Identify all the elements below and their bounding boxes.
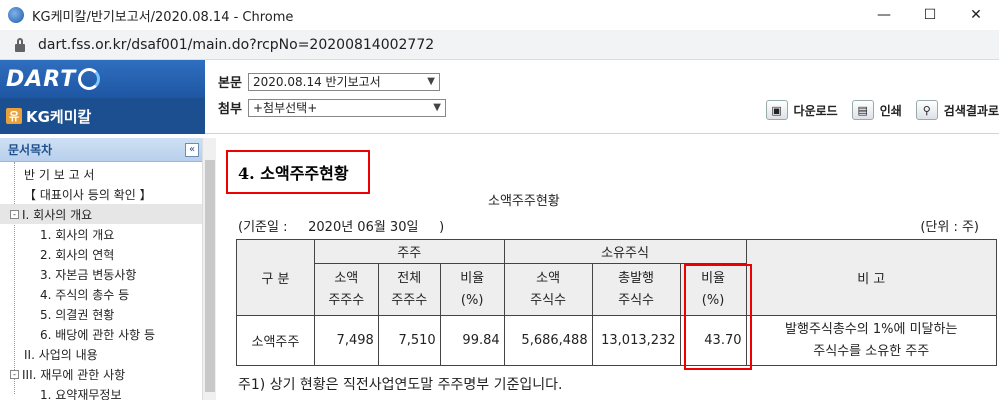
browser-titlebar: KG케미칼/반기보고서/2020.08.14 - Chrome — ☐ ✕	[0, 0, 999, 30]
cell-minor-shares: 5,686,488	[503, 315, 593, 366]
toc-item-label: 1. 요약재무정보	[40, 387, 122, 400]
dart-app-icon	[8, 7, 24, 23]
collapse-sidebar-button[interactable]: «	[185, 142, 199, 157]
toolbar: ▣ 다운로드 ▤ 인쇄 ⚲ 검색결과로	[752, 100, 999, 120]
toc-item-label: 【 대표이사 등의 확인 】	[24, 187, 152, 202]
header-shareholders: 주주	[313, 239, 505, 264]
attach-select-row: 첨부 +첨부선택+ ▼	[218, 98, 446, 117]
report-label: 본문	[218, 76, 242, 91]
download-button[interactable]: ▣ 다운로드	[765, 100, 838, 120]
attach-select-value: +첨부선택+	[253, 101, 318, 115]
header-gubun: 구 분	[236, 239, 315, 316]
toc-item-label: 1. 회사의 개요	[40, 227, 115, 242]
header-total-holders: 전체 주주수	[377, 263, 441, 316]
base-date: (기준일 : 2020년 06월 30일 )	[238, 220, 445, 235]
toc-item-dividends[interactable]: 6. 배당에 관한 사항 등	[0, 324, 203, 344]
collapse-node-icon[interactable]: -	[10, 369, 19, 379]
highlight-ratio-box	[684, 264, 752, 370]
header-note: 비 고	[745, 239, 997, 316]
header-total-issued: 총발행 주식수	[591, 263, 681, 316]
cell-label: 소액주주	[236, 315, 315, 366]
cell-note: 발행주식총수의 1%에 미달하는 주식수를 소유한 주주	[745, 315, 997, 366]
toc-item-company-overview[interactable]: - I. 회사의 개요	[0, 204, 203, 224]
toc-item-business[interactable]: II. 사업의 내용	[0, 344, 203, 364]
search-results-button[interactable]: ⚲ 검색결과로	[915, 100, 999, 120]
toc-item-ceo-confirm[interactable]: 【 대표이사 등의 확인 】	[0, 184, 203, 204]
report-select[interactable]: 2020.08.14 반기보고서 ▼	[248, 72, 440, 91]
search-results-label: 검색결과로	[943, 103, 999, 118]
window-controls: — ☐ ✕	[861, 0, 999, 30]
toc-item-summary-financials[interactable]: 1. 요약재무정보	[0, 384, 203, 400]
scrollbar-thumb[interactable]	[205, 160, 215, 392]
collapse-node-icon[interactable]: -	[10, 209, 19, 219]
toc-item-financial[interactable]: - III. 재무에 관한 사항	[0, 364, 203, 384]
cell-minor-holders: 7,498	[313, 315, 379, 366]
toc-header: 문서목차 «	[0, 138, 203, 162]
toc-item-label: II. 사업의 내용	[24, 347, 98, 362]
attach-select[interactable]: +첨부선택+ ▼	[248, 98, 446, 117]
download-label: 다운로드	[793, 103, 838, 118]
dart-logo-text: DART	[6, 66, 77, 92]
document-viewer: 4. 소액주주현황 소액주주현황 (기준일 : 2020년 06월 30일 ) …	[216, 138, 999, 400]
chevron-down-icon: ▼	[433, 102, 441, 113]
report-select-value: 2020.08.14 반기보고서	[253, 75, 381, 89]
toc-item-label: I. 회사의 개요	[22, 207, 93, 222]
printer-icon: ▤	[851, 100, 874, 120]
logo-panel: DART 유 KG케미칼	[0, 60, 205, 134]
maximize-button[interactable]: ☐	[907, 0, 953, 30]
toc-item-label: 6. 배당에 관한 사항 등	[40, 327, 156, 342]
print-button[interactable]: ▤ 인쇄	[851, 100, 902, 120]
dart-logo[interactable]: DART	[0, 60, 205, 98]
toc-title: 문서목차	[8, 143, 53, 157]
toc-tree: 반 기 보 고 서 【 대표이사 등의 확인 】 - I. 회사의 개요 1. …	[0, 162, 203, 400]
lock-icon[interactable]	[14, 37, 26, 52]
header-minor-holders: 소액 주주수	[313, 263, 379, 316]
header-ratio-holders: 비율 (%)	[439, 263, 505, 316]
header-minor-shares: 소액 주식수	[503, 263, 593, 316]
minimize-button[interactable]: —	[861, 0, 907, 30]
toc-item-label: 3. 자본금 변동사항	[40, 267, 137, 282]
print-label: 인쇄	[879, 103, 902, 118]
toc-item-label: 4. 주식의 총수 등	[40, 287, 130, 302]
cell-ratio-holders: 99.84	[439, 315, 505, 366]
toc-item-report[interactable]: 반 기 보 고 서	[0, 164, 203, 184]
window-title: KG케미칼/반기보고서/2020.08.14 - Chrome	[32, 9, 294, 25]
header-owned-shares: 소유주식	[503, 239, 747, 264]
toc-item-label: 5. 의결권 현황	[40, 307, 115, 322]
minority-shareholders-table: 구 분 주주 소유주식 비 고 소액 주주수 전체 주주수 비율 (%) 소액 주식수 …	[236, 239, 997, 366]
toc-item-label: III. 재무에 관한 사항	[22, 367, 126, 382]
table-caption: 소액주주현황	[488, 194, 560, 209]
unit-label: (단위 : 주)	[920, 220, 979, 235]
toc-sidebar: 문서목차 « 반 기 보 고 서 【 대표이사 등의 확인 】 - I. 회사의…	[0, 138, 204, 400]
cell-total-holders: 7,510	[377, 315, 441, 366]
report-select-row: 본문 2020.08.14 반기보고서 ▼	[218, 72, 440, 91]
dart-swirl-icon	[78, 68, 101, 90]
sidebar-scrollbar[interactable]	[202, 138, 216, 400]
search-icon: ⚲	[915, 100, 938, 120]
toc-item-label: 반 기 보 고 서	[24, 167, 95, 182]
close-button[interactable]: ✕	[953, 0, 999, 30]
company-name: KG케미칼	[26, 107, 92, 126]
cell-total-issued: 13,013,232	[591, 315, 681, 366]
toc-item-label: 2. 회사의 연혁	[40, 247, 115, 262]
company-bar: 유 KG케미칼	[0, 98, 205, 134]
toc-item-overview[interactable]: 1. 회사의 개요	[0, 224, 203, 244]
dart-header: DART 유 KG케미칼 본문 2020.08.14 반기보고서 ▼ 첨부 +첨…	[0, 60, 999, 134]
footnote: 주1) 상기 현황은 직전사업연도말 주주명부 기준입니다.	[238, 377, 563, 393]
table-header-row: 구 분 주주 소유주식 비 고	[236, 239, 997, 316]
save-icon: ▣	[765, 100, 788, 120]
address-bar[interactable]: dart.fss.or.kr/dsaf001/main.do?rcpNo=202…	[0, 30, 999, 60]
chevron-down-icon: ▼	[427, 76, 435, 87]
company-type-badge: 유	[6, 108, 22, 124]
url-text[interactable]: dart.fss.or.kr/dsaf001/main.do?rcpNo=202…	[38, 37, 434, 53]
toc-item-total-shares[interactable]: 4. 주식의 총수 등	[0, 284, 203, 304]
attach-label: 첨부	[218, 102, 242, 117]
toc-item-voting-rights[interactable]: 5. 의결권 현황	[0, 304, 203, 324]
toc-item-history[interactable]: 2. 회사의 연혁	[0, 244, 203, 264]
section-title: 4. 소액주주현황	[226, 150, 370, 194]
toc-item-capital-changes[interactable]: 3. 자본금 변동사항	[0, 264, 203, 284]
table-row: 소액주주 7,498 7,510 99.84 5,686,488 13,013,…	[236, 315, 997, 366]
